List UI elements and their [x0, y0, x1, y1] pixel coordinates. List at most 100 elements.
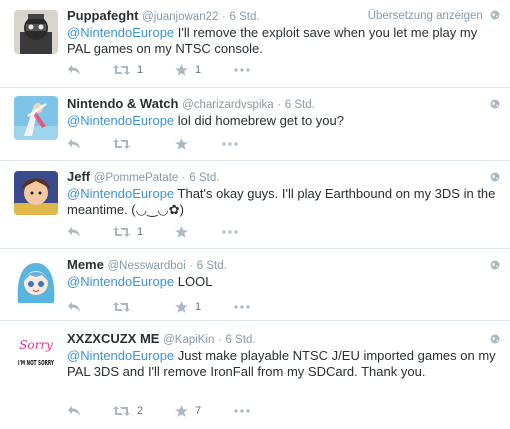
globe-icon	[490, 10, 500, 20]
favorite-count: 1	[195, 301, 202, 313]
separator: ·	[277, 99, 282, 111]
star-icon	[175, 405, 188, 417]
more-icon	[222, 142, 238, 146]
tweet-body: LOOL	[174, 274, 213, 289]
username[interactable]: @charizardvspika	[182, 99, 274, 111]
tweet-text: @NintendoEurope lol did homebrew get to …	[67, 113, 503, 129]
retweet-icon	[113, 65, 130, 75]
reply-button[interactable]	[67, 299, 81, 315]
avatar-image	[14, 259, 58, 303]
more-icon	[234, 68, 250, 72]
display-name[interactable]: XXZXCUZX ME	[67, 331, 159, 346]
retweet-button[interactable]	[113, 136, 137, 152]
reply-button[interactable]	[67, 62, 81, 78]
username[interactable]: @PommePatate	[94, 172, 179, 184]
favorite-count: 1	[195, 64, 202, 76]
more-icon	[222, 230, 238, 234]
display-name[interactable]: Jeff	[67, 169, 90, 184]
avatar[interactable]	[14, 171, 58, 215]
favorite-button[interactable]	[175, 136, 195, 152]
mention-link[interactable]: @NintendoEurope	[67, 186, 174, 201]
more-button[interactable]	[234, 403, 250, 419]
more-button[interactable]	[222, 136, 238, 152]
avatar-image: Sorry I'M NOT SORRY	[14, 335, 58, 379]
timestamp[interactable]: 6 Std.	[229, 11, 259, 23]
star-icon	[175, 226, 188, 238]
globe-icon[interactable]	[490, 99, 500, 109]
more-button[interactable]	[222, 224, 238, 240]
more-icon	[234, 305, 250, 309]
tweet: Nintendo & Watch @charizardvspika · 6 St…	[0, 88, 510, 161]
tweet-text: @NintendoEurope Just make playable NTSC …	[67, 348, 499, 380]
username[interactable]: @Nesswardboi	[107, 260, 185, 272]
display-name[interactable]: Puppafeght	[67, 8, 139, 23]
favorite-button[interactable]: 1	[175, 62, 201, 78]
avatar-image	[14, 96, 58, 140]
username[interactable]: @juanjowan22	[142, 11, 218, 23]
mention-link[interactable]: @NintendoEurope	[67, 348, 174, 363]
tweet-header: Jeff @PommePatate · 6 Std.	[67, 169, 500, 185]
timestamp[interactable]: 6 Std.	[226, 334, 256, 346]
favorite-button[interactable]: 7	[175, 403, 201, 419]
tweet-feed: Puppafeght @juanjowan22 · 6 Std. Überset…	[0, 0, 510, 429]
retweet-button[interactable]: 1	[113, 62, 143, 78]
username[interactable]: @KapiKin	[163, 334, 214, 346]
more-button[interactable]	[234, 299, 250, 315]
reply-button[interactable]	[67, 403, 81, 419]
reply-button[interactable]	[67, 224, 81, 240]
avatar[interactable]: Sorry I'M NOT SORRY	[14, 335, 58, 379]
retweet-button[interactable]	[113, 299, 137, 315]
tweet-header: Meme @Nesswardboi · 6 Std.	[67, 257, 500, 273]
avatar-text-sorry: Sorry	[19, 338, 53, 352]
avatar-text-not-sorry: I'M NOT SORRY	[18, 359, 55, 367]
reply-button[interactable]	[67, 136, 81, 152]
reply-icon	[68, 227, 80, 237]
reply-icon	[68, 406, 80, 416]
timestamp[interactable]: 6 Std.	[285, 99, 315, 111]
separator: ·	[222, 11, 226, 23]
retweet-button[interactable]: 2	[113, 403, 143, 419]
tweet: Jeff @PommePatate · 6 Std. @NintendoEuro…	[0, 161, 510, 249]
tweet: Puppafeght @juanjowan22 · 6 Std. Überset…	[0, 0, 510, 88]
retweet-count: 1	[137, 226, 144, 238]
retweet-icon	[113, 227, 130, 237]
retweet-count: 2	[137, 405, 144, 417]
avatar-image	[14, 10, 58, 54]
mention-link[interactable]: @NintendoEurope	[67, 274, 174, 289]
avatar[interactable]	[14, 96, 58, 140]
globe-icon[interactable]	[490, 260, 500, 270]
retweet-count: 1	[137, 64, 144, 76]
mention-link[interactable]: @NintendoEurope	[67, 113, 174, 128]
tweet-text: @NintendoEurope I'll remove the exploit …	[67, 25, 503, 57]
favorite-count: 7	[195, 405, 202, 417]
avatar-image	[14, 171, 58, 215]
separator: ·	[181, 172, 186, 184]
mention-link[interactable]: @NintendoEurope	[67, 25, 174, 40]
star-icon	[175, 301, 188, 313]
tweet: Meme @Nesswardboi · 6 Std. @NintendoEuro…	[0, 249, 510, 321]
separator: ·	[218, 334, 222, 346]
retweet-icon	[113, 406, 130, 416]
favorite-button[interactable]: 1	[175, 299, 201, 315]
more-button[interactable]	[234, 62, 250, 78]
translate-link[interactable]: Übersetzung anzeigen	[368, 8, 500, 24]
globe-icon[interactable]	[490, 172, 500, 182]
translate-label[interactable]: Übersetzung anzeigen	[368, 10, 483, 22]
tweet-body: lol did homebrew get to you?	[174, 113, 344, 128]
display-name[interactable]: Meme	[67, 257, 104, 272]
timestamp[interactable]: 6 Std.	[189, 172, 219, 184]
retweet-icon	[113, 302, 130, 312]
star-icon	[175, 64, 188, 76]
favorite-button[interactable]	[175, 224, 195, 240]
separator: ·	[189, 260, 194, 272]
more-icon	[234, 409, 250, 413]
reply-icon	[68, 65, 80, 75]
tweet: Sorry I'M NOT SORRY XXZXCUZX ME @KapiKin…	[0, 321, 510, 429]
avatar[interactable]	[14, 259, 58, 303]
globe-icon[interactable]	[490, 334, 500, 344]
avatar[interactable]	[14, 10, 58, 54]
timestamp[interactable]: 6 Std.	[197, 260, 227, 272]
display-name[interactable]: Nintendo & Watch	[67, 96, 178, 111]
star-icon	[175, 138, 188, 150]
retweet-button[interactable]: 1	[113, 224, 143, 240]
